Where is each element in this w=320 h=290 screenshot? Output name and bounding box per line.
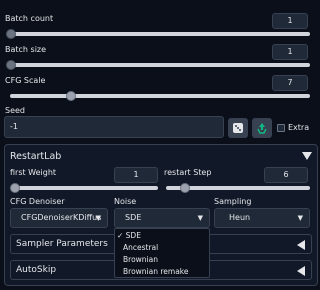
recycle-icon <box>257 123 267 134</box>
batch-size-slider-thumb[interactable] <box>6 60 16 70</box>
noise-value: SDE <box>125 213 142 222</box>
noise-option-brownian[interactable]: Brownian <box>123 255 158 264</box>
cfg-scale-slider[interactable] <box>10 94 310 98</box>
restart-step-input[interactable]: 6 <box>264 167 308 183</box>
sampler-parameters-label: Sampler Parameters <box>16 239 108 249</box>
chevron-down-icon: ▼ <box>95 214 101 222</box>
batch-count-label: Batch count <box>5 14 54 23</box>
cfg-scale-label: CFG Scale <box>5 76 46 85</box>
noise-dropdown[interactable]: SDE ▼ <box>114 208 210 228</box>
extra-label: Extra <box>288 123 310 132</box>
batch-size-label: Batch size <box>5 45 47 54</box>
noise-option-sde[interactable]: ✓ SDE <box>117 231 141 240</box>
sampling-dropdown[interactable]: Heun ▼ <box>214 208 310 228</box>
chevron-down-icon: ▼ <box>297 214 303 222</box>
batch-size-slider[interactable] <box>10 63 310 67</box>
cfg-scale-slider-thumb[interactable] <box>66 91 76 101</box>
restartlab-title[interactable]: RestartLab <box>10 151 61 162</box>
noise-option-brownian-remake[interactable]: Brownian remake <box>123 267 188 276</box>
checkmark-icon: ✓ <box>117 231 126 240</box>
dice-icon <box>233 123 243 133</box>
batch-count-slider-thumb[interactable] <box>6 29 16 39</box>
first-weight-input[interactable]: 1 <box>114 167 158 183</box>
noise-option-ancestral[interactable]: Ancestral <box>123 243 158 252</box>
sampling-value: Heun <box>229 213 251 222</box>
cfg-scale-input[interactable]: 7 <box>272 75 308 91</box>
batch-count-slider[interactable] <box>10 32 310 36</box>
cfg-denoiser-label: CFG Denoiser <box>10 197 65 206</box>
chevron-down-icon: ▼ <box>197 214 203 222</box>
random-seed-button[interactable] <box>228 118 248 138</box>
cfg-denoiser-dropdown[interactable]: CFGDenoiserKDiffus ▼ <box>10 208 108 228</box>
sampling-label: Sampling <box>214 197 252 206</box>
expand-triangle-icon <box>297 266 305 276</box>
reuse-seed-button[interactable] <box>252 118 272 138</box>
first-weight-slider-thumb[interactable] <box>10 183 20 193</box>
restart-step-slider-thumb[interactable] <box>180 183 190 193</box>
expand-triangle-icon <box>297 240 305 250</box>
first-weight-slider[interactable] <box>14 186 158 190</box>
batch-size-input[interactable]: 1 <box>272 44 308 60</box>
seed-label: Seed <box>5 106 25 115</box>
batch-count-input[interactable]: 1 <box>272 13 308 29</box>
seed-input[interactable]: -1 <box>4 116 224 138</box>
extra-checkbox[interactable] <box>277 124 285 132</box>
autoskip-label: AutoSkip <box>16 265 57 275</box>
noise-dropdown-menu: ✓ SDE Ancestral Brownian Brownian remake <box>114 228 210 278</box>
first-weight-label: first Weight <box>10 168 57 177</box>
restart-step-label: restart Step <box>164 168 212 177</box>
noise-label: Noise <box>114 197 137 206</box>
collapse-triangle-icon[interactable] <box>302 152 312 160</box>
cfg-denoiser-value: CFGDenoiserKDiffus <box>21 213 102 222</box>
